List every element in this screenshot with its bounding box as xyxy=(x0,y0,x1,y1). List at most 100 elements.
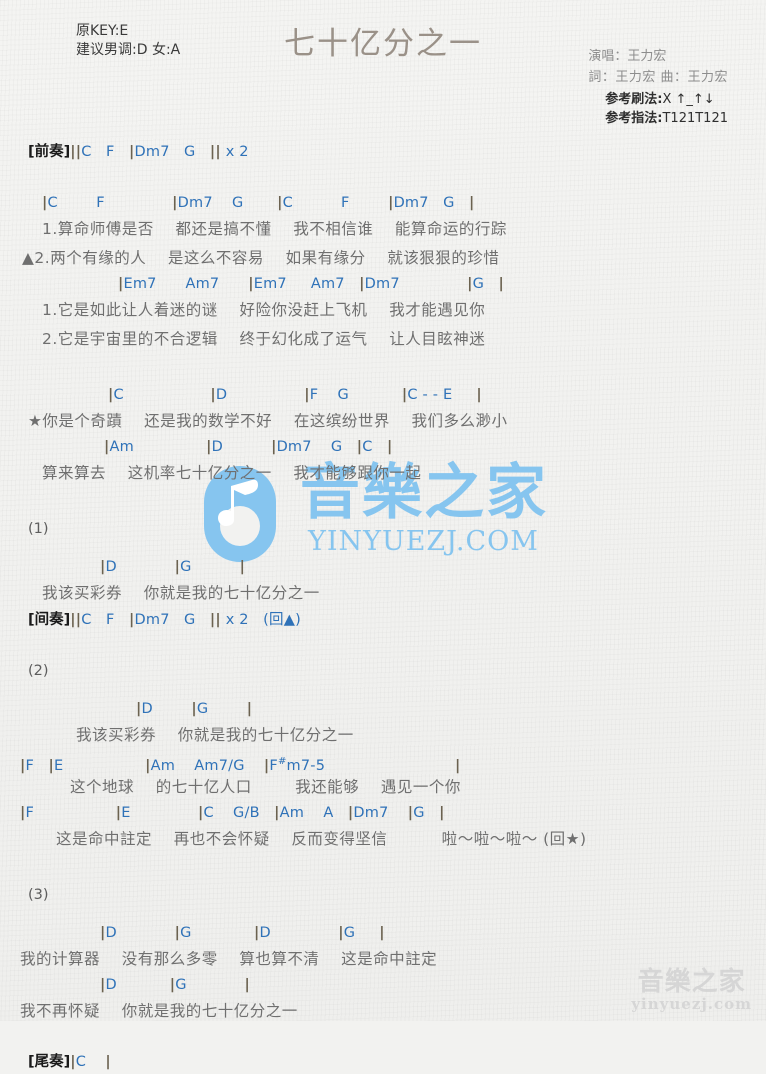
bar-line: | xyxy=(356,439,363,455)
bar-line: | xyxy=(467,276,473,292)
section-1-lyric: 我该买彩券 你就是我的七十亿分之一 xyxy=(42,584,320,602)
chorus-block: |C |D |F G |C - - E | ★你是个奇蹟 还是我的数学不好 在这… xyxy=(0,384,766,488)
section-2-block: (2) |D |G | 我该买彩券 你就是我的七十亿分之一 |F |E |Am … xyxy=(0,660,766,854)
bar-line: | xyxy=(498,276,504,292)
singer-credit: 演唱：王力宏 xyxy=(588,49,667,64)
bar-line: | xyxy=(145,757,151,774)
bar-line: | xyxy=(455,757,461,774)
bar-line: | xyxy=(246,701,253,717)
bar-line: | xyxy=(129,144,135,160)
bar-line: | xyxy=(277,195,283,211)
outro-chords: |C | xyxy=(70,1054,111,1070)
bar-line: | xyxy=(248,276,254,292)
bar-line: | xyxy=(347,805,354,821)
bar-line: | xyxy=(118,276,124,292)
intro-row: [前奏]||C F |Dm7 G || x 2 xyxy=(28,140,766,162)
bar-line: | xyxy=(198,805,204,821)
bar-line: | xyxy=(104,439,110,455)
bar-line: | xyxy=(100,559,106,575)
section-2-chordline-3: |F |E |C G/B |Am A |Dm7 |G | xyxy=(20,805,445,821)
section-1-number: (1) xyxy=(28,521,49,537)
bar-line: | xyxy=(20,805,26,821)
sheet-header: 原KEY:E 建议男调:D 女:A 七十亿分之一 演唱：王力宏 詞：王力宏 曲：… xyxy=(0,0,766,140)
bar-line: | xyxy=(274,805,280,821)
section-3-number: (3) xyxy=(28,887,49,903)
bar-line: | xyxy=(476,387,482,403)
outro-row: [尾奏]|C | xyxy=(28,1050,766,1072)
strum-label: 参考刷法: xyxy=(605,92,663,107)
section-1-chordline: |D |G | xyxy=(100,559,246,575)
section-3-lyric-2: 我不再怀疑 你就是我的七十亿分之一 xyxy=(20,1002,298,1020)
bar-line: | xyxy=(215,144,221,160)
interlude-row: [间奏]||C F |Dm7 G || x 2 (回▲) xyxy=(28,608,766,630)
section-3-block: (3) |D |G |D |G | 我的计算器 没有那么多零 算也算不清 这是命… xyxy=(0,884,766,1026)
bar-line: | xyxy=(136,701,142,717)
verse1-lyric-1: 1.算命师傅是否 都还是搞不懂 我不相信谁 能算命运的行踪 xyxy=(42,220,507,238)
verse1-lyric-4: 2.它是宇宙里的不合逻辑 终于幻化成了运气 让人目眩神迷 xyxy=(42,330,486,348)
section-2-lyric-2: 这个地球 的七十亿人口 我还能够 遇见一个你 xyxy=(70,778,461,796)
outro-block: [尾奏]|C | xyxy=(0,1050,766,1072)
section-2-chordline-1: |D |G | xyxy=(136,701,253,717)
bar-line: | xyxy=(210,387,216,403)
section-3-chordline-2: |D |G | xyxy=(100,977,250,993)
fingering-hint: 参考指法:T121T121 xyxy=(605,109,728,128)
bar-line: | xyxy=(263,757,270,774)
interlude-label: [间奏] xyxy=(28,612,71,628)
writer-credit: 詞：王力宏 曲：王力宏 xyxy=(588,70,728,85)
section-2-lyric-1: 我该买彩券 你就是我的七十亿分之一 xyxy=(76,726,354,744)
verse1-lyric-2: ▲2.两个有缘的人 是这么不容易 如果有缘分 就该狠狠的珍惜 xyxy=(22,249,500,267)
bar-line: | xyxy=(401,387,408,403)
bar-line: | xyxy=(439,805,445,821)
bar-line: | xyxy=(359,276,365,292)
section-2-chordline-2: |F |E |Am Am7/G |F#m7-5 | xyxy=(20,750,766,774)
verse1-lyric-3: 1.它是如此让人着迷的谜 好险你没赶上飞机 我才能遇见你 xyxy=(42,301,486,319)
bar-line: | xyxy=(108,387,114,403)
bar-line: | xyxy=(100,925,106,941)
bar-line: | xyxy=(105,1054,111,1070)
chordline2-post: m7-5 | xyxy=(286,757,461,774)
bar-line: | xyxy=(191,701,197,717)
bar-line: | xyxy=(48,757,54,774)
bar-line: | xyxy=(174,559,181,575)
intro-label: [前奏] xyxy=(28,144,71,160)
interlude-chords: ||C F |Dm7 G || x 2 (回▲) xyxy=(70,612,301,628)
chorus-lyric-1: ★你是个奇蹟 还是我的数学不好 在这缤纷世界 我们多么渺小 xyxy=(28,412,508,430)
credits: 演唱：王力宏 詞：王力宏 曲：王力宏 xyxy=(588,46,728,88)
chorus-chordline-2: |Am |D |Dm7 G |C | xyxy=(104,439,393,455)
bar-line: | xyxy=(20,757,26,774)
strum-hint: 参考刷法:X ↑_↑↓ xyxy=(605,90,728,109)
section-1-block: (1) |D |G | 我该买彩券 你就是我的七十亿分之一 [间奏]||C F … xyxy=(0,518,766,630)
bar-line: | xyxy=(387,439,393,455)
chordline2-pre: |F |E |Am Am7/G |F xyxy=(20,757,278,774)
bar-line: | xyxy=(215,612,221,628)
verse-1-block: |C F |Dm7 G |C F |Dm7 G | 1.算命师傅是否 都还是搞不… xyxy=(0,192,766,354)
bar-line: | xyxy=(206,439,212,455)
chorus-chordline-1: |C |D |F G |C - - E | xyxy=(108,387,482,403)
chorus-lyric-2: 算来算去 这机率七十亿分之一 我才能够跟你一起 xyxy=(42,464,422,482)
bar-line: | xyxy=(379,925,385,941)
outro-label: [尾奏] xyxy=(28,1054,71,1070)
section-3-lyric-1: 我的计算器 没有那么多零 算也算不清 这是命中註定 xyxy=(20,950,438,968)
play-hints: 参考刷法:X ↑_↑↓ 参考指法:T121T121 xyxy=(605,90,728,128)
bar-line: | xyxy=(115,805,122,821)
bar-line: | xyxy=(75,612,82,628)
bar-line: | xyxy=(129,612,135,628)
bar-line: | xyxy=(172,195,178,211)
section-3-chordline-1: |D |G |D |G | xyxy=(100,925,385,941)
bar-line: | xyxy=(338,925,344,941)
bar-line: | xyxy=(75,144,82,160)
bar-line: | xyxy=(244,977,250,993)
bar-line: | xyxy=(254,925,260,941)
bar-line: | xyxy=(174,925,181,941)
bar-line: | xyxy=(239,559,246,575)
intro-block: [前奏]||C F |Dm7 G || x 2 xyxy=(0,140,766,162)
verse1-chordline-2: |Em7 Am7 |Em7 Am7 |Dm7 |G | xyxy=(118,276,504,292)
section-2-lyric-3: 这是命中註定 再也不会怀疑 反而变得坚信 啦～啦～啦～ (回★) xyxy=(56,830,587,848)
bar-line: | xyxy=(169,977,176,993)
